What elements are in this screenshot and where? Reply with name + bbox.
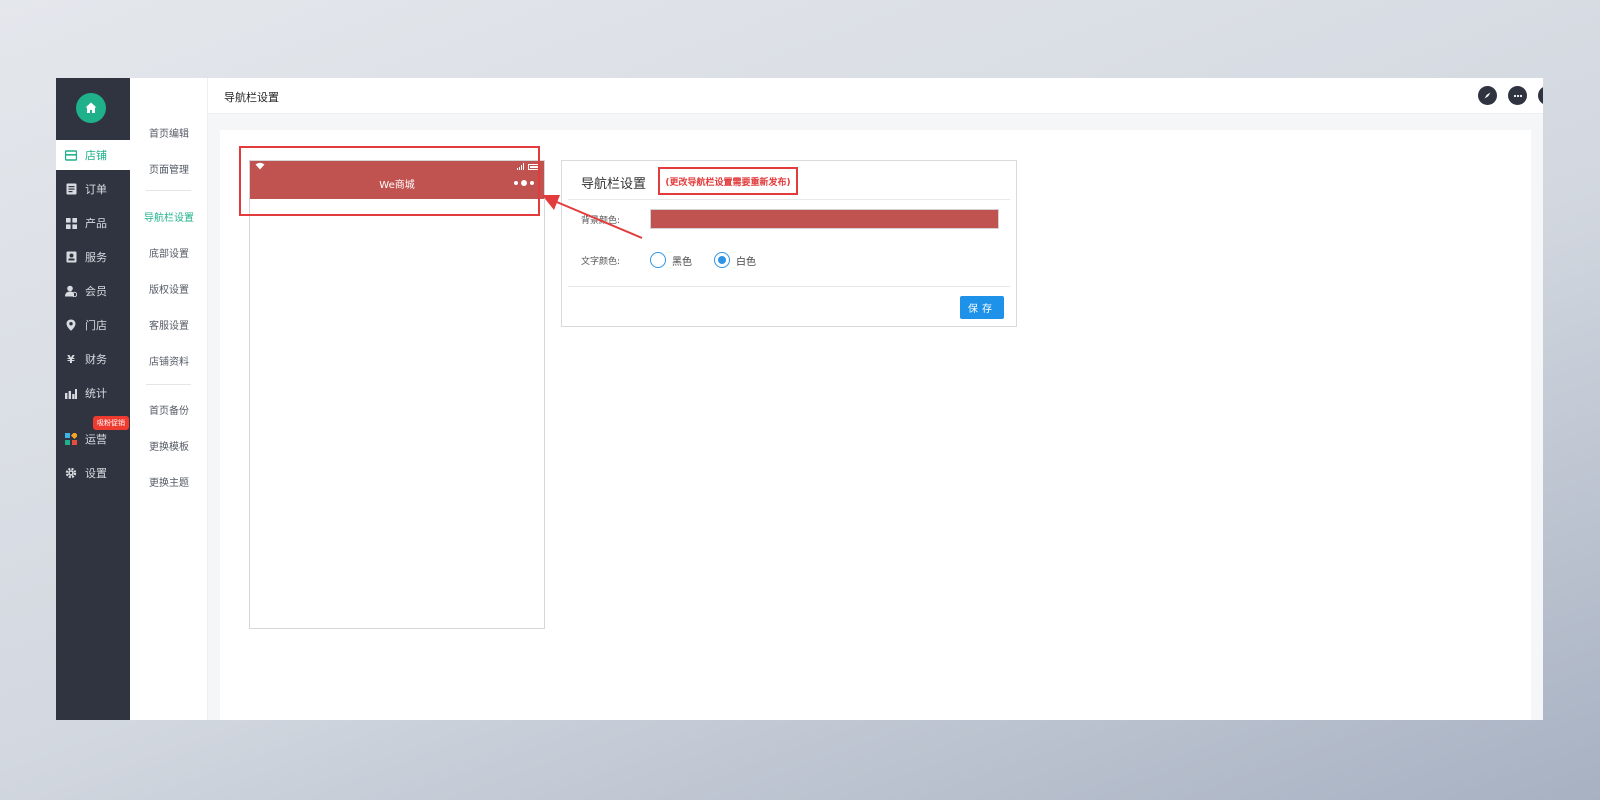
sidebar-item-label: 统计 — [85, 387, 107, 400]
sidebar-item-label: 财务 — [85, 353, 107, 366]
radio-label: 白色 — [736, 256, 756, 268]
subnav-item-change-theme[interactable]: 更换主题 — [130, 474, 208, 489]
card-divider — [568, 199, 1010, 200]
subnav-item-home-edit[interactable]: 首页编辑 — [130, 125, 208, 140]
save-button[interactable]: 保存 — [960, 296, 1004, 319]
text-color-label: 文字颜色: — [581, 257, 621, 267]
yen-icon: ¥ — [67, 352, 75, 366]
radio-white[interactable]: 白色 — [714, 252, 756, 268]
home-logo[interactable] — [76, 93, 106, 123]
radio-circle-checked — [714, 252, 730, 268]
sidebar-item-label: 店铺 — [85, 149, 107, 162]
sidebar-item-store[interactable]: 店铺 — [56, 140, 130, 170]
sidebar-item-service[interactable]: 服务 — [56, 242, 130, 272]
chat-icon[interactable] — [1508, 86, 1527, 105]
main-sidebar: 店铺 订单 产品 服务 会员 门店 ¥ 财务 统计 吸粉促销 运营 设置 — [56, 78, 130, 720]
subnav-item-navbar-settings[interactable]: 导航栏设置 — [130, 209, 208, 224]
card-divider — [568, 286, 1010, 287]
app-window: 店铺 订单 产品 服务 会员 门店 ¥ 财务 统计 吸粉促销 运营 设置 首页编… — [56, 78, 1543, 720]
subnav-item-footer-settings[interactable]: 底部设置 — [130, 245, 208, 260]
subnav-item-service-settings[interactable]: 客服设置 — [130, 317, 208, 332]
phone-preview: We商城 — [249, 160, 545, 629]
store-icon — [65, 149, 77, 161]
radio-black[interactable]: 黑色 — [650, 252, 692, 268]
sidebar-item-label: 设置 — [85, 467, 107, 480]
annotation-box-navbar — [239, 146, 540, 216]
republish-note: (更改导航栏设置需要重新发布) — [665, 177, 791, 188]
sidebar-item-label: 门店 — [85, 319, 107, 332]
subnav-item-change-template[interactable]: 更换模板 — [130, 438, 208, 453]
product-icon — [65, 217, 77, 229]
sidebar-item-stats[interactable]: 统计 — [56, 378, 130, 408]
card-title: 导航栏设置 — [581, 177, 647, 192]
navbar-settings-card: 导航栏设置 (更改导航栏设置需要重新发布) 背景颜色: 文字颜色: 黑色 白色 … — [561, 160, 1017, 327]
sidebar-item-members[interactable]: 会员 — [56, 276, 130, 306]
content-panel: We商城 导航栏设置 (更改导航栏设置需要重新发布) 背景颜色: 文字颜色: 黑… — [220, 130, 1531, 720]
radio-label: 黑色 — [672, 256, 692, 268]
sidebar-item-label: 产品 — [85, 217, 107, 230]
chart-icon — [65, 387, 77, 399]
sidebar-item-label: 服务 — [85, 251, 107, 264]
apps-icon — [65, 433, 77, 445]
annotation-box-note: (更改导航栏设置需要重新发布) — [658, 167, 798, 195]
gear-icon — [65, 467, 77, 479]
sidebar-item-label: 会员 — [85, 285, 107, 298]
promo-badge: 吸粉促销 — [93, 416, 129, 430]
top-header: 导航栏设置 ? — [208, 78, 1543, 114]
sidebar-item-products[interactable]: 产品 — [56, 208, 130, 238]
subnav-divider — [146, 190, 191, 191]
sidebar-item-stores[interactable]: 门店 — [56, 310, 130, 340]
sub-sidebar: 首页编辑 页面管理 导航栏设置 底部设置 版权设置 客服设置 店铺资料 首页备份… — [130, 78, 208, 720]
service-icon — [65, 251, 77, 263]
sidebar-item-label: 订单 — [85, 183, 107, 196]
sidebar-item-settings[interactable]: 设置 — [56, 458, 130, 488]
home-icon — [85, 102, 97, 113]
subnav-item-home-backup[interactable]: 首页备份 — [130, 402, 208, 417]
subnav-item-store-info[interactable]: 店铺资料 — [130, 353, 208, 368]
compass-icon[interactable] — [1478, 86, 1497, 105]
page-title: 导航栏设置 — [224, 91, 279, 104]
subnav-item-copyright-settings[interactable]: 版权设置 — [130, 281, 208, 296]
sidebar-item-label: 运营 — [85, 433, 107, 446]
subnav-divider — [146, 384, 191, 385]
radio-circle — [650, 252, 666, 268]
bg-color-label: 背景颜色: — [581, 216, 621, 226]
sidebar-item-finance[interactable]: ¥ 财务 — [56, 344, 130, 374]
sidebar-item-operations[interactable]: 吸粉促销 运营 — [56, 416, 130, 454]
help-icon[interactable]: ? — [1538, 86, 1543, 105]
location-icon — [65, 319, 77, 331]
subnav-item-page-manage[interactable]: 页面管理 — [130, 161, 208, 176]
member-icon — [65, 285, 77, 297]
order-icon — [65, 183, 77, 195]
sidebar-item-orders[interactable]: 订单 — [56, 174, 130, 204]
bg-color-picker[interactable] — [650, 209, 999, 229]
